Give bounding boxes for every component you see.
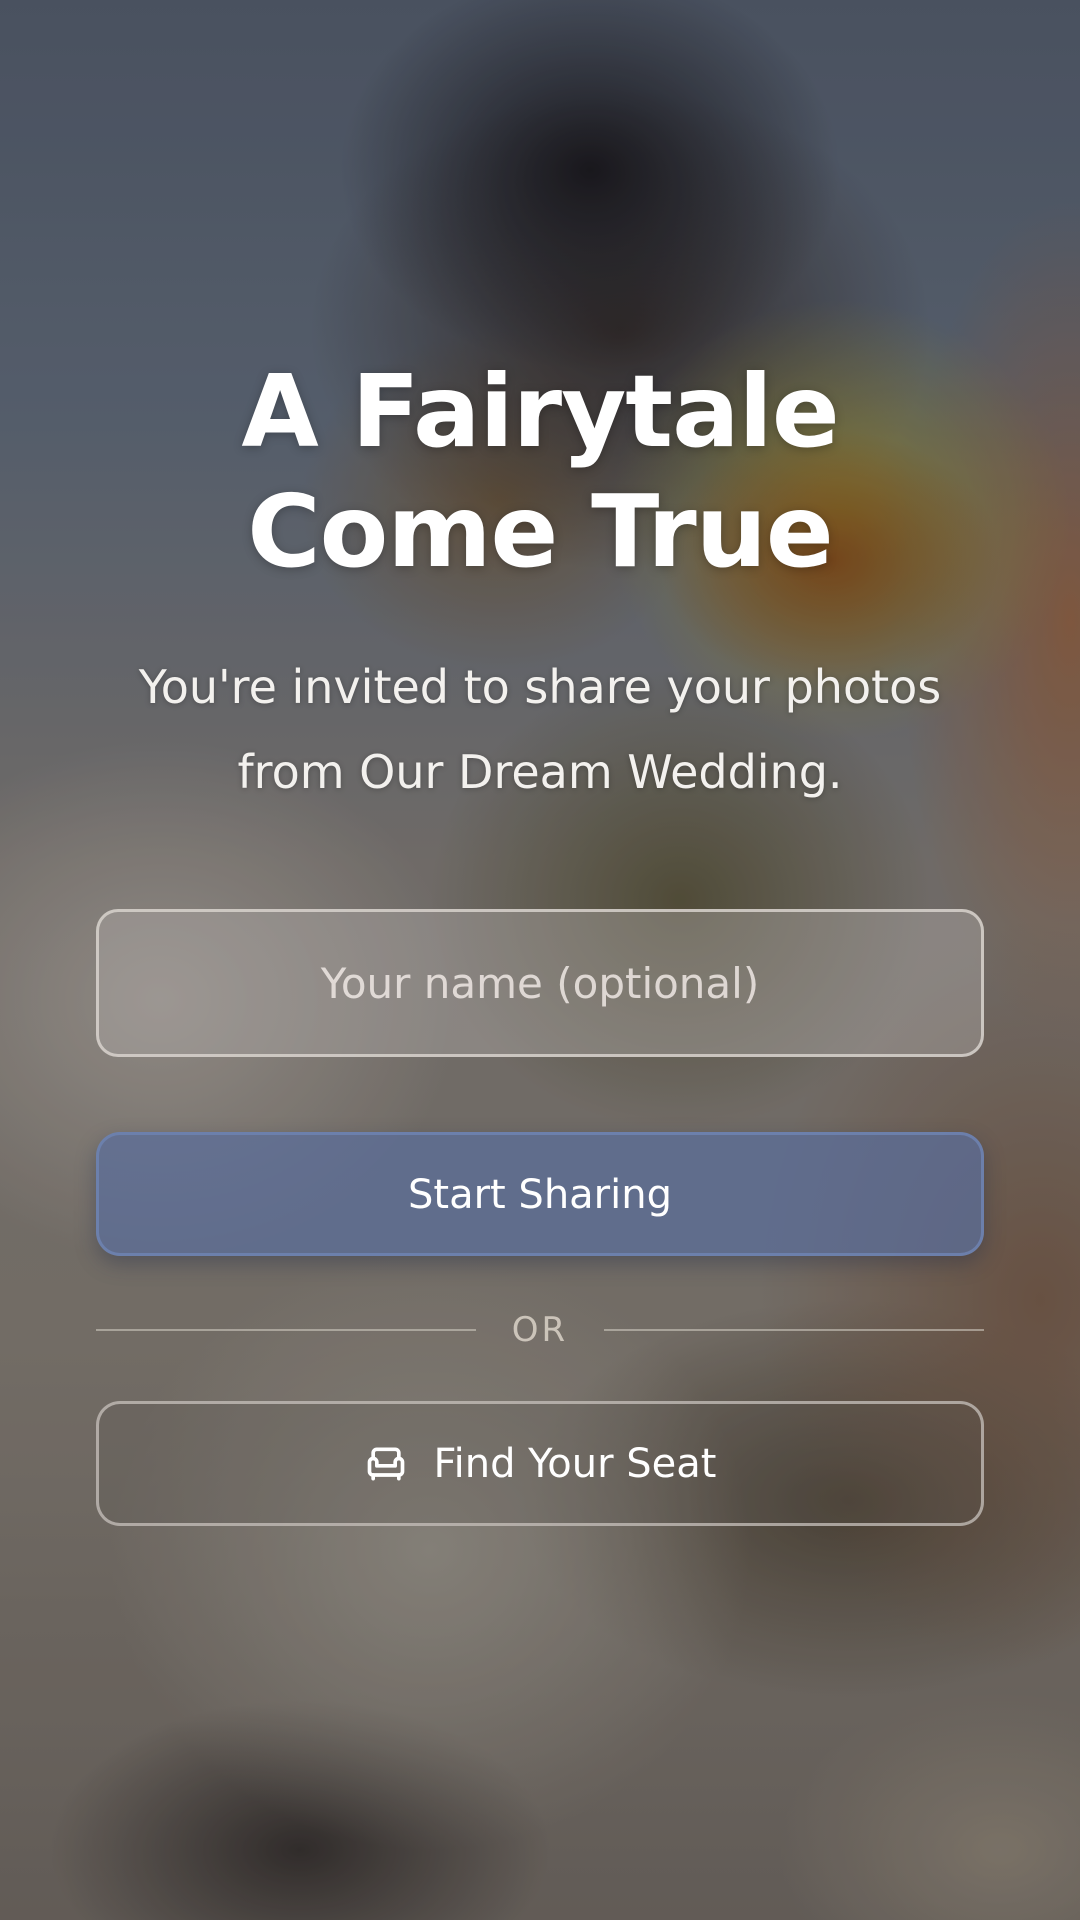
- armchair-icon: [364, 1442, 408, 1486]
- or-label: OR: [511, 1310, 569, 1350]
- divider-line-left: [96, 1329, 476, 1331]
- or-divider: OR: [96, 1305, 984, 1355]
- start-sharing-button[interactable]: Start Sharing: [96, 1132, 984, 1256]
- name-input[interactable]: [96, 909, 984, 1057]
- page-title: A Fairytale Come True: [241, 353, 839, 590]
- invitation-subtitle: You're invited to share your photos from…: [138, 660, 942, 799]
- divider-line-right: [604, 1329, 984, 1331]
- find-your-seat-button[interactable]: Find Your Seat: [96, 1401, 984, 1526]
- find-your-seat-label: Find Your Seat: [433, 1440, 717, 1487]
- page: A Fairytale Come True You're invited to …: [0, 0, 1080, 1920]
- main-content: A Fairytale Come True You're invited to …: [0, 0, 1080, 1920]
